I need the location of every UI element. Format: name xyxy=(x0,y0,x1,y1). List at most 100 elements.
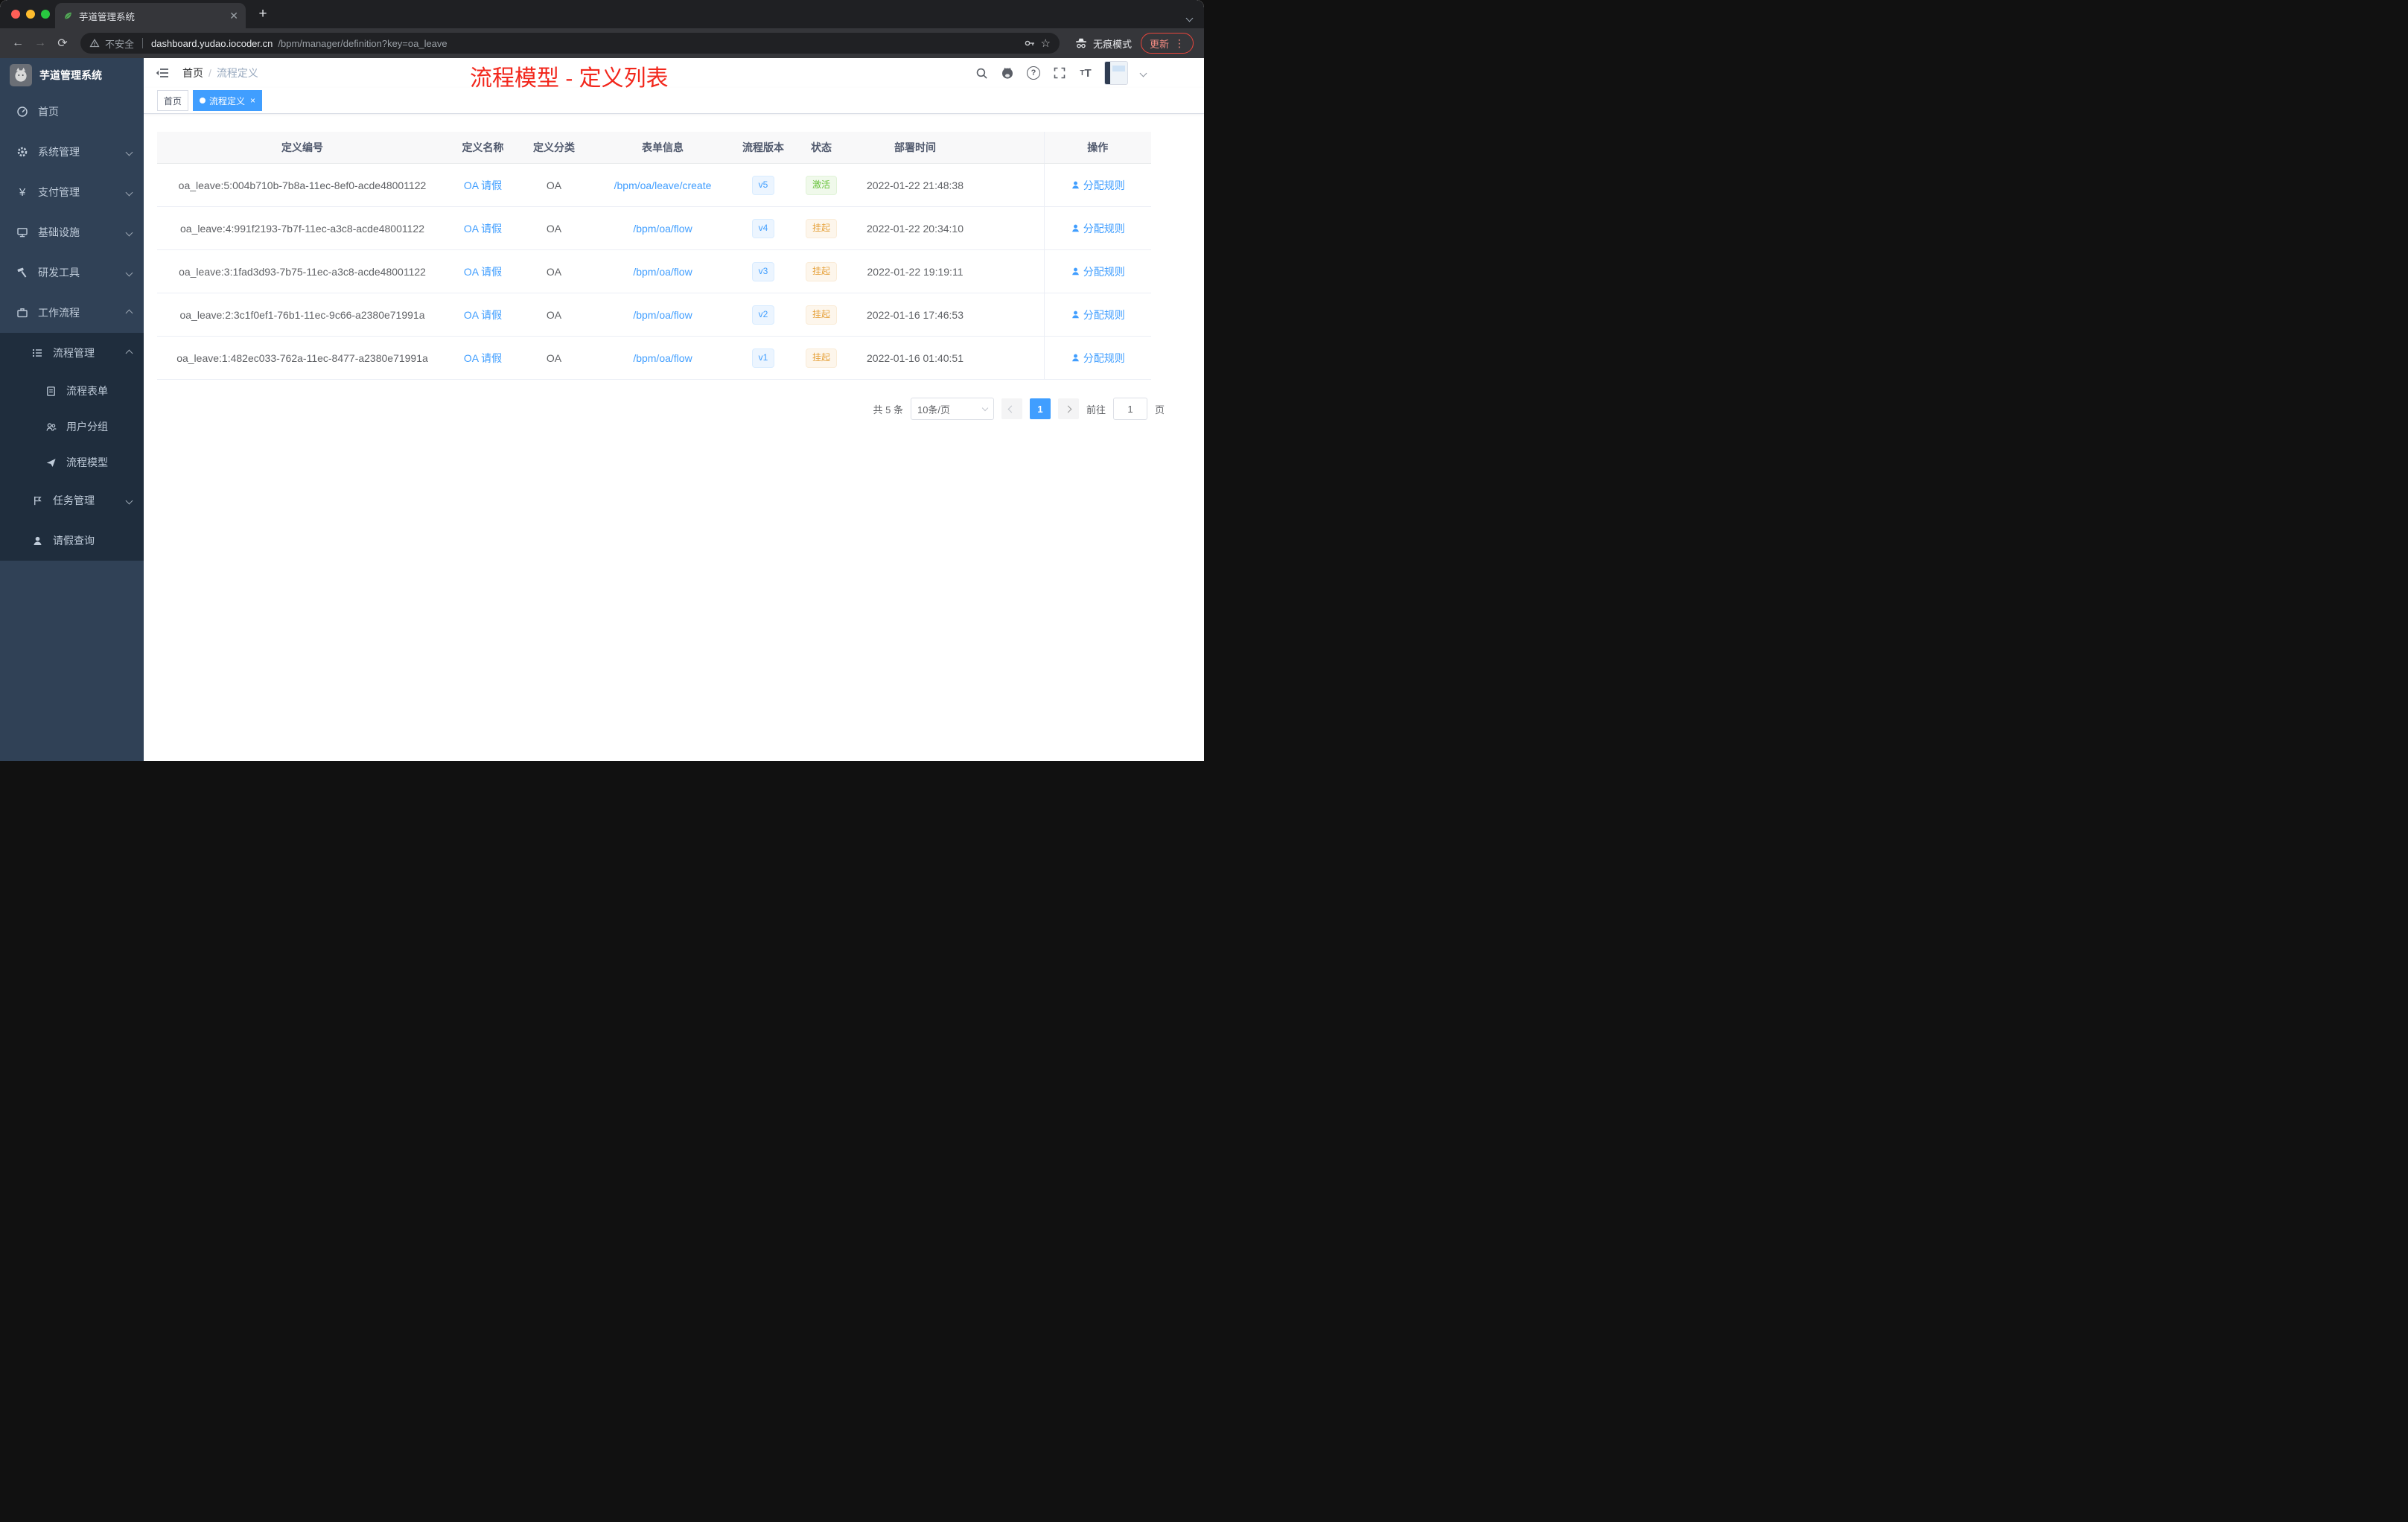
column-header-filler xyxy=(978,132,1044,164)
sidebar-item-process-form[interactable]: 流程表单 xyxy=(0,373,144,409)
search-icon[interactable] xyxy=(974,66,989,80)
password-key-icon[interactable] xyxy=(1024,37,1036,49)
close-window-button[interactable] xyxy=(11,10,20,19)
breadcrumb-current: 流程定义 xyxy=(216,67,258,79)
sidebar-item-task-management[interactable]: 任务管理 xyxy=(0,480,144,520)
sidebar-item-label: 请假查询 xyxy=(53,535,95,547)
status-badge: 挂起 xyxy=(805,348,837,368)
cell-category: OA xyxy=(518,336,590,380)
address-bar[interactable]: 不安全 dashboard.yudao.iocoder.cn/bpm/manag… xyxy=(80,33,1060,54)
cell-category: OA xyxy=(518,163,590,207)
sidebar-item-label: 首页 xyxy=(38,106,59,118)
page-size-select[interactable]: 10条/页 xyxy=(910,398,994,420)
goto-label: 前往 xyxy=(1086,404,1106,415)
sidebar-item-devtools[interactable]: 研发工具 xyxy=(0,252,144,293)
users-icon xyxy=(45,421,57,433)
chrome-update-button[interactable]: 更新 ⋮ xyxy=(1140,33,1194,54)
form-link[interactable]: /bpm/oa/leave/create xyxy=(614,179,712,191)
definition-name-link[interactable]: OA 请假 xyxy=(464,223,502,235)
browser-menu-icon[interactable]: ⋮ xyxy=(1174,38,1185,48)
briefcase-icon xyxy=(16,307,28,319)
definition-name-link[interactable]: OA 请假 xyxy=(464,352,502,364)
security-label[interactable]: 不安全 xyxy=(105,36,134,51)
list-icon xyxy=(31,347,43,359)
tag-process-definition[interactable]: 流程定义 × xyxy=(193,90,263,111)
breadcrumb-separator: / xyxy=(208,67,211,79)
user-avatar[interactable] xyxy=(1104,61,1128,85)
cell-category: OA xyxy=(518,249,590,293)
fullscreen-icon[interactable] xyxy=(1052,66,1067,80)
browser-toolbar: ← → ⟳ 不安全 dashboard.yudao.iocoder.cn/bpm… xyxy=(0,28,1204,58)
sidebar-item-payment[interactable]: ¥ 支付管理 xyxy=(0,172,144,212)
cell-definition-id: oa_leave:4:991f2193-7b7f-11ec-a3c8-acde4… xyxy=(157,206,447,250)
window-controls xyxy=(11,10,50,19)
assign-rule-button[interactable]: 分配规则 xyxy=(1071,264,1125,279)
status-badge: 挂起 xyxy=(805,261,837,281)
definition-name-link[interactable]: OA 请假 xyxy=(464,266,502,278)
assign-rule-button[interactable]: 分配规则 xyxy=(1071,308,1125,322)
font-size-icon[interactable]: TT xyxy=(1078,66,1093,80)
monitor-icon xyxy=(16,226,28,238)
github-icon[interactable] xyxy=(1000,66,1015,80)
sidebar-item-label: 流程表单 xyxy=(66,385,108,397)
goto-page-input[interactable] xyxy=(1112,398,1147,420)
url-host: dashboard.yudao.iocoder.cn xyxy=(151,37,273,49)
back-button[interactable]: ← xyxy=(7,33,28,54)
avatar-caret-icon[interactable] xyxy=(1139,66,1147,80)
forward-button[interactable]: → xyxy=(30,33,51,54)
column-header-actions: 操作 xyxy=(1043,132,1151,164)
url-path: /bpm/manager/definition?key=oa_leave xyxy=(278,37,447,49)
cell-deploy-time: 2022-01-22 21:48:38 xyxy=(852,163,978,207)
cell-filler xyxy=(978,206,1044,250)
new-tab-button[interactable]: + xyxy=(253,4,273,24)
bookmark-star-icon[interactable]: ☆ xyxy=(1041,36,1051,50)
form-link[interactable]: /bpm/oa/flow xyxy=(633,309,692,321)
sidebar-logo[interactable]: 芋道管理系统 xyxy=(0,58,144,92)
prev-page-button[interactable] xyxy=(1001,398,1022,419)
version-tag: v4 xyxy=(751,218,775,238)
definition-name-link[interactable]: OA 请假 xyxy=(464,309,502,321)
tag-label: 首页 xyxy=(164,95,182,106)
sidebar-item-workflow[interactable]: 工作流程 xyxy=(0,293,144,333)
cell-definition-id: oa_leave:1:482ec033-762a-11ec-8477-a2380… xyxy=(157,336,447,380)
status-badge: 激活 xyxy=(805,175,837,195)
breadcrumb-home[interactable]: 首页 xyxy=(182,66,203,80)
tab-search-icon[interactable] xyxy=(1185,11,1194,25)
incognito-badge: 无痕模式 xyxy=(1074,36,1132,51)
form-link[interactable]: /bpm/oa/flow xyxy=(633,352,692,364)
close-icon[interactable]: × xyxy=(250,95,255,106)
form-link[interactable]: /bpm/oa/flow xyxy=(633,266,692,278)
sidebar-item-leave-query[interactable]: 请假查询 xyxy=(0,520,144,561)
flag-icon xyxy=(31,494,43,506)
sidebar-item-infrastructure[interactable]: 基础设施 xyxy=(0,212,144,252)
next-page-button[interactable] xyxy=(1057,398,1079,419)
cell-filler xyxy=(978,336,1044,380)
definition-name-link[interactable]: OA 请假 xyxy=(464,179,502,191)
content-area: 定义编号 定义名称 定义分类 表单信息 流程版本 状态 部署时间 操作 oa_l… xyxy=(144,114,1204,420)
sidebar-item-label: 用户分组 xyxy=(66,421,108,433)
tag-home[interactable]: 首页 xyxy=(157,90,189,111)
sidebar-toggle-icon[interactable] xyxy=(153,63,172,83)
maximize-window-button[interactable] xyxy=(41,10,50,19)
sidebar-item-process-model[interactable]: 流程模型 xyxy=(0,445,144,480)
sidebar-item-process-management[interactable]: 流程管理 xyxy=(0,333,144,373)
browser-tab[interactable]: 芋道管理系统 ✕ xyxy=(55,3,246,28)
sidebar-item-home[interactable]: 首页 xyxy=(0,92,144,132)
tab-close-icon[interactable]: ✕ xyxy=(229,10,238,22)
minimize-window-button[interactable] xyxy=(26,10,35,19)
chevron-down-icon xyxy=(125,497,133,504)
pagination: 共 5 条 10条/页 1 前往 页 xyxy=(157,398,1165,420)
form-link[interactable]: /bpm/oa/flow xyxy=(633,223,692,235)
assign-rule-button[interactable]: 分配规则 xyxy=(1071,178,1125,193)
sidebar-item-system[interactable]: 系统管理 xyxy=(0,132,144,172)
version-tag: v3 xyxy=(751,261,775,281)
tags-view-bar: 首页 流程定义 × xyxy=(144,88,1204,114)
page-size-value: 10条/页 xyxy=(917,404,951,415)
sidebar-item-user-group[interactable]: 用户分组 xyxy=(0,409,144,445)
help-icon[interactable]: ? xyxy=(1026,66,1041,80)
reload-button[interactable]: ⟳ xyxy=(52,33,73,54)
page-number-button[interactable]: 1 xyxy=(1029,398,1051,419)
assign-rule-button[interactable]: 分配规则 xyxy=(1071,221,1125,236)
chevron-down-icon xyxy=(981,404,989,412)
assign-rule-button[interactable]: 分配规则 xyxy=(1071,351,1125,366)
